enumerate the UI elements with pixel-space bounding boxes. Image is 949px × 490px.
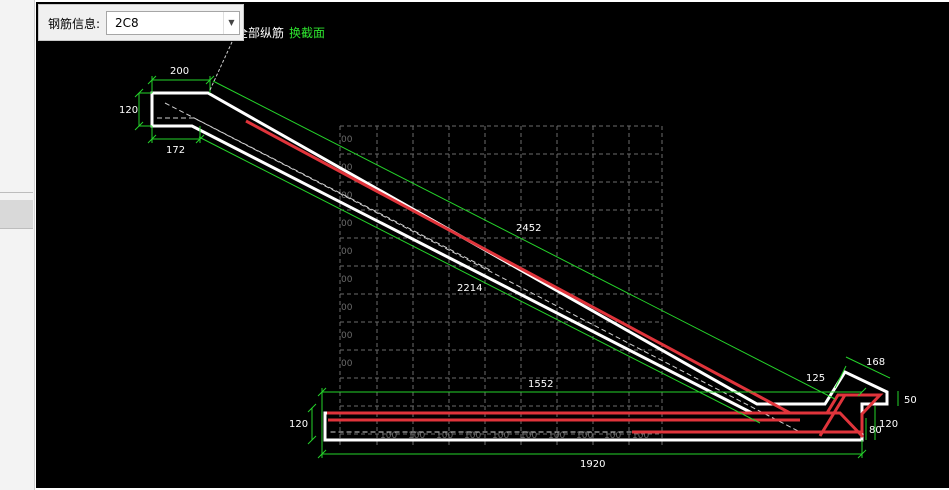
dim-label-bottom-height: 120 xyxy=(289,419,308,430)
dropdown-arrow-icon[interactable]: ▼ xyxy=(223,12,239,34)
rebar-info-panel: 钢筋信息: 2C8 ▼ xyxy=(38,4,244,41)
grid-tick-label: 00 xyxy=(341,303,353,313)
panel-divider xyxy=(0,228,33,229)
panel-divider xyxy=(0,192,33,193)
dim-label-right-top: 168 xyxy=(866,357,885,368)
section-centerline xyxy=(164,102,491,271)
dim-line xyxy=(212,80,836,400)
dim-label-bottom-width: 1920 xyxy=(580,459,605,470)
change-section-link[interactable]: 换截面 xyxy=(289,26,325,40)
grid-tick-label: 00 xyxy=(341,331,353,341)
dim-label-top-lower: 172 xyxy=(166,145,185,156)
dim-label-right-slope: 125 xyxy=(806,373,825,384)
dim-label-top-width: 200 xyxy=(170,66,189,77)
panel-header-band xyxy=(0,200,33,228)
left-side-panel xyxy=(0,0,35,490)
dim-line xyxy=(834,365,847,389)
rebar-info-value: 2C8 xyxy=(115,16,139,30)
grid-tick-label: 00 xyxy=(341,219,353,229)
dim-line xyxy=(198,136,761,424)
callout-leader xyxy=(209,41,233,91)
rebar-bottom-bar[interactable] xyxy=(327,393,884,434)
grid-tick-label: 00 xyxy=(341,275,353,285)
grid-tick-label: 00 xyxy=(341,135,353,145)
dim-label-slope-lower: 2214 xyxy=(457,283,482,294)
dimension-ticks xyxy=(134,75,867,459)
rebar-drawing: 00 00 00 00 00 00 00 00 00 100 100 100 1… xyxy=(119,25,917,470)
dim-label-bottom-inner: 1552 xyxy=(528,379,553,390)
dim-label-right-height: 50 xyxy=(904,395,917,406)
grid-tick-label: 00 xyxy=(341,247,353,257)
dim-label-left-height: 120 xyxy=(119,105,138,116)
dim-label-right-small: 80 xyxy=(869,425,882,436)
grid-tick-label: 00 xyxy=(341,359,353,369)
rebar-info-select[interactable]: 2C8 ▼ xyxy=(106,11,240,35)
dim-label-right-lower-height: 120 xyxy=(879,419,898,430)
rebar-info-label: 钢筋信息: xyxy=(48,17,101,31)
drawing-canvas[interactable]: 00 00 00 00 00 00 00 00 00 100 100 100 1… xyxy=(36,2,949,488)
dim-label-slope-upper: 2452 xyxy=(516,223,541,234)
